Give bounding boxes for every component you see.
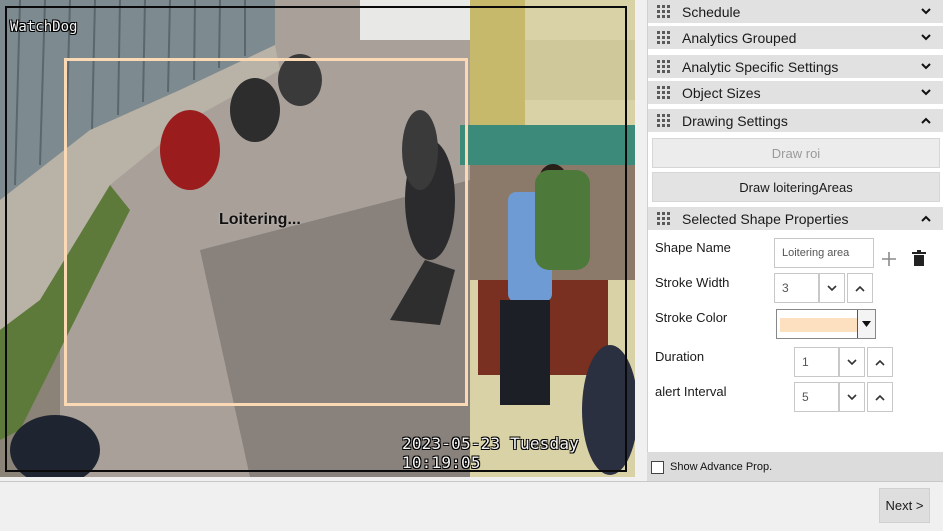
section-selected-shape-header[interactable]: Selected Shape Properties	[648, 207, 943, 230]
section-analytic-specific-header[interactable]: Analytic Specific Settings	[648, 55, 943, 78]
section-analytics-grouped-header[interactable]: Analytics Grouped	[648, 26, 943, 49]
draw-roi-button[interactable]: Draw roi	[652, 138, 940, 168]
section-title: Drawing Settings	[682, 112, 788, 129]
chevron-up-icon	[916, 215, 936, 222]
stroke-color-picker[interactable]	[776, 309, 876, 339]
section-title: Object Sizes	[682, 84, 761, 101]
section-title: Analytic Specific Settings	[682, 58, 839, 75]
next-button[interactable]: Next >	[879, 488, 930, 523]
delete-shape-icon[interactable]	[908, 247, 930, 269]
draw-loitering-areas-button[interactable]: Draw loiteringAreas	[652, 172, 940, 202]
chevron-up-icon	[916, 117, 936, 124]
camera-name-overlay: WatchDog	[10, 19, 78, 35]
chevron-down-icon	[916, 89, 936, 96]
show-advanced-checkbox[interactable]	[651, 460, 664, 474]
duration-label: Duration	[655, 349, 705, 364]
drag-grip-icon	[657, 113, 671, 128]
increment-chevron-up-icon[interactable]	[847, 273, 873, 303]
loitering-area-shape[interactable]	[64, 58, 468, 406]
chevron-down-icon	[916, 63, 936, 70]
section-object-sizes-header[interactable]: Object Sizes	[648, 81, 943, 104]
alert-interval-label: alert Interval	[655, 384, 727, 399]
shape-name-label: Shape Name	[655, 240, 731, 255]
advanced-properties-bar: Show Advance Prop.	[647, 452, 943, 482]
stroke-width-input[interactable]: 3	[774, 273, 819, 303]
drag-grip-icon	[657, 85, 671, 100]
divider	[0, 481, 943, 482]
add-shape-icon[interactable]	[878, 248, 900, 270]
section-drawing-settings-header[interactable]: Drawing Settings	[648, 109, 943, 132]
decrement-chevron-down-icon[interactable]	[819, 273, 845, 303]
camera-view[interactable]: Loitering... WatchDog 2023-05-23 Tuesday…	[0, 0, 635, 477]
duration-input[interactable]: 1	[794, 347, 839, 377]
camera-timestamp-overlay: 2023-05-23 Tuesday 10:19:05	[402, 434, 579, 472]
increment-chevron-up-icon[interactable]	[867, 347, 893, 377]
drag-grip-icon	[657, 4, 671, 19]
section-schedule-header[interactable]: Schedule	[648, 0, 943, 23]
section-title: Schedule	[682, 3, 741, 20]
decrement-chevron-down-icon[interactable]	[839, 382, 865, 412]
chevron-down-icon	[916, 8, 936, 15]
show-advanced-label[interactable]: Show Advance Prop.	[670, 461, 772, 473]
stroke-color-swatch	[780, 318, 857, 332]
drag-grip-icon	[657, 59, 671, 74]
section-title: Analytics Grouped	[682, 29, 797, 46]
shape-name-input[interactable]: Loitering area	[774, 238, 874, 268]
alert-interval-input[interactable]: 5	[794, 382, 839, 412]
drag-grip-icon	[657, 211, 671, 226]
drag-grip-icon	[657, 30, 671, 45]
section-title: Selected Shape Properties	[682, 210, 849, 227]
increment-chevron-up-icon[interactable]	[867, 382, 893, 412]
dropdown-arrow-icon[interactable]	[857, 310, 875, 338]
decrement-chevron-down-icon[interactable]	[839, 347, 865, 377]
chevron-down-icon	[916, 34, 936, 41]
loitering-status-label: Loitering...	[219, 211, 301, 228]
stroke-width-label: Stroke Width	[655, 275, 730, 290]
stroke-color-label: Stroke Color	[655, 310, 728, 325]
